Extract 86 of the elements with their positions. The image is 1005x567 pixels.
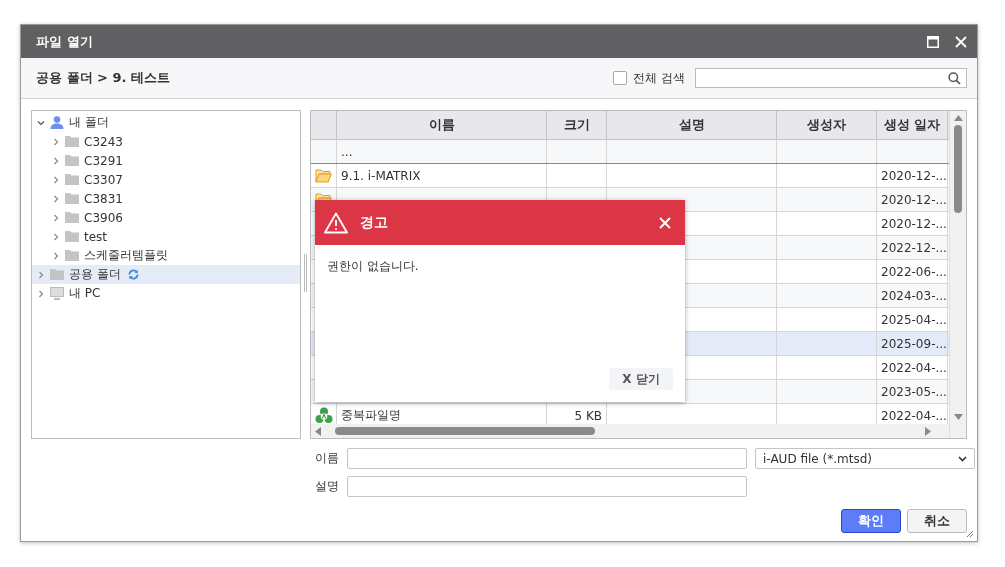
caret-icon[interactable] bbox=[37, 118, 45, 127]
tree-item[interactable]: 공용 폴더 bbox=[32, 265, 300, 284]
cancel-button[interactable]: 취소 bbox=[907, 509, 967, 533]
tree-item[interactable]: C3291 bbox=[32, 151, 300, 170]
scroll-down-icon[interactable] bbox=[953, 414, 963, 420]
checkbox[interactable] bbox=[613, 71, 628, 85]
table-cell: 2020-12-... bbox=[881, 192, 947, 207]
description-field[interactable] bbox=[347, 476, 747, 497]
caret-icon[interactable] bbox=[52, 194, 60, 203]
table-cell: ... bbox=[341, 144, 353, 159]
table-cell: 2025-09-... bbox=[881, 336, 947, 351]
maximize-icon[interactable] bbox=[927, 35, 939, 48]
checkbox-label[interactable]: 전체 검색 bbox=[633, 69, 685, 87]
search-field[interactable] bbox=[695, 68, 967, 88]
scroll-right-icon[interactable] bbox=[925, 426, 931, 436]
table-cell: 2022-04-... bbox=[881, 360, 947, 375]
alert-message: 권한이 없습니다. bbox=[327, 258, 420, 275]
tree-item[interactable]: 내 폴더 bbox=[32, 113, 300, 132]
folder-icon bbox=[50, 269, 64, 280]
caret-icon[interactable] bbox=[52, 175, 60, 184]
tree-item[interactable]: 스케줄러템플릿 bbox=[32, 246, 300, 265]
folder-icon bbox=[65, 155, 79, 166]
computer-icon bbox=[50, 287, 64, 300]
caret-icon[interactable] bbox=[52, 232, 60, 241]
splitter-handle[interactable] bbox=[304, 254, 307, 292]
name-field[interactable] bbox=[347, 448, 747, 469]
breadcrumb: 공용 폴더 > 9. 테스트 bbox=[36, 69, 171, 87]
scrollbar-thumb[interactable] bbox=[954, 125, 962, 213]
file-type-dropdown[interactable]: i-AUD file (*.mtsd) bbox=[755, 448, 975, 469]
column-header[interactable]: 이름 bbox=[337, 111, 547, 139]
close-icon[interactable] bbox=[955, 35, 967, 48]
tree-item[interactable]: C3906 bbox=[32, 208, 300, 227]
caret-icon[interactable] bbox=[37, 289, 45, 298]
table-cell: 중복파일명 bbox=[341, 407, 401, 424]
caret-icon[interactable] bbox=[52, 213, 60, 222]
tree-item[interactable]: C3831 bbox=[32, 189, 300, 208]
tree-item[interactable]: C3243 bbox=[32, 132, 300, 151]
vertical-scrollbar[interactable] bbox=[949, 111, 966, 438]
folder-icon bbox=[65, 231, 79, 242]
folder-icon bbox=[65, 174, 79, 185]
tree-item[interactable]: 내 PC bbox=[32, 284, 300, 303]
caret-icon[interactable] bbox=[52, 156, 60, 165]
column-header[interactable]: 크기 bbox=[547, 111, 607, 139]
table-cell: 2024-03-... bbox=[881, 288, 947, 303]
window-title: 파일 열기 bbox=[36, 32, 94, 51]
table-cell: 2020-12-... bbox=[881, 168, 947, 183]
table-cell: 9.1. i-MATRIX bbox=[341, 168, 421, 183]
search-icon[interactable] bbox=[948, 71, 961, 85]
horizontal-scrollbar[interactable] bbox=[311, 424, 949, 438]
table-cell: 2022-12-... bbox=[881, 240, 947, 255]
alert-title: 경고 bbox=[360, 213, 389, 232]
table-row[interactable]: ... bbox=[311, 140, 949, 164]
field-label: 이름 bbox=[314, 450, 339, 467]
folder-icon bbox=[65, 250, 79, 261]
table-cell: 2023-05-... bbox=[881, 384, 947, 399]
scroll-left-icon[interactable] bbox=[315, 426, 321, 436]
table-cell: 2022-04-... bbox=[881, 408, 947, 423]
tree-item[interactable]: C3307 bbox=[32, 170, 300, 189]
folder-icon bbox=[315, 168, 332, 183]
scrollbar-thumb[interactable] bbox=[335, 427, 595, 435]
close-icon[interactable] bbox=[659, 216, 671, 229]
close-button[interactable]: X 닫기 bbox=[609, 368, 673, 390]
caret-icon[interactable] bbox=[52, 137, 60, 146]
folder-icon bbox=[65, 193, 79, 204]
tree-item[interactable]: test bbox=[32, 227, 300, 246]
table-cell: 5 KB bbox=[574, 408, 602, 423]
table-cell: 2025-04-... bbox=[881, 312, 947, 327]
folder-icon bbox=[65, 212, 79, 223]
resize-grip-icon[interactable] bbox=[966, 530, 974, 538]
user-icon bbox=[50, 116, 64, 129]
field-label: 설명 bbox=[314, 478, 339, 495]
warning-icon bbox=[324, 211, 348, 234]
chevron-down-icon bbox=[958, 455, 967, 462]
scroll-up-icon[interactable] bbox=[953, 115, 963, 121]
table-row[interactable]: 9.1. i-MATRIX 2020-12-... bbox=[311, 164, 949, 188]
folder-icon bbox=[65, 136, 79, 147]
column-header[interactable]: 생성자 bbox=[777, 111, 877, 139]
caret-icon[interactable] bbox=[37, 270, 45, 279]
refresh-icon[interactable] bbox=[127, 269, 139, 280]
column-header[interactable]: 설명 bbox=[607, 111, 777, 139]
table-cell: 2022-06-... bbox=[881, 264, 947, 279]
table-cell: 2020-12-... bbox=[881, 216, 947, 231]
report-icon bbox=[314, 407, 333, 424]
column-header[interactable]: 생성 일자 bbox=[877, 111, 948, 139]
caret-icon[interactable] bbox=[52, 251, 60, 260]
confirm-button[interactable]: 확인 bbox=[841, 509, 901, 533]
